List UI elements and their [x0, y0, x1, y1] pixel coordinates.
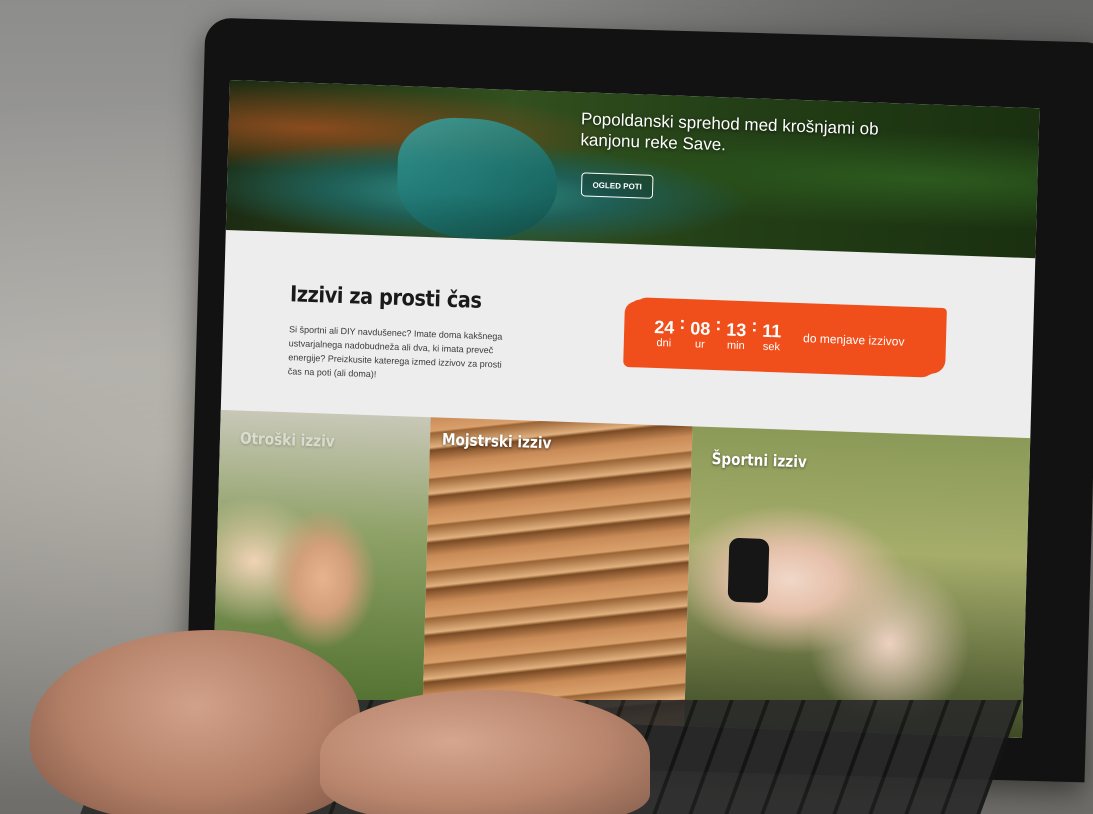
countdown-caption: do menjave izzivov	[802, 331, 905, 349]
smartwatch-image	[727, 537, 770, 604]
seconds-value: 11	[762, 320, 782, 341]
view-trail-button[interactable]: OGLED POTI	[580, 172, 654, 199]
countdown-timer: 24 dni : 08 ur : 13 min : 11 sek do menj…	[627, 299, 941, 376]
minutes-label: min	[726, 339, 745, 352]
separator: :	[751, 315, 758, 336]
card-label: Otroški izziv	[239, 428, 335, 451]
section-description: Si športni ali DIY navdušenec? Imate dom…	[287, 324, 503, 380]
card-label: Športni izziv	[711, 449, 808, 472]
hero-title: Popoldanski sprehod med krošnjami ob kan…	[580, 109, 879, 155]
section-title: Izzivi za prosti čas	[289, 282, 482, 314]
minutes-value: 13	[726, 318, 747, 340]
card-sport-challenge[interactable]: Športni izziv	[684, 426, 1031, 739]
countdown-minutes: 13 min	[726, 319, 747, 353]
countdown-days: 24 dni	[654, 316, 675, 350]
seconds-label: sek	[762, 340, 781, 353]
river-image	[395, 115, 559, 242]
days-value: 24	[654, 316, 675, 338]
card-label: Mojstrski izziv	[441, 429, 552, 453]
separator: :	[679, 312, 686, 334]
countdown-seconds: 11 sek	[762, 320, 782, 354]
card-craft-challenge[interactable]: Mojstrski izziv	[422, 417, 693, 727]
hours-label: ur	[694, 337, 705, 351]
days-label: dni	[656, 336, 672, 350]
separator: :	[715, 314, 722, 335]
hero-banner: Popoldanski sprehod med krošnjami ob kan…	[225, 80, 1040, 259]
website-screen: Popoldanski sprehod med krošnjami ob kan…	[212, 80, 1040, 739]
countdown-hours: 08 ur	[690, 318, 711, 352]
hours-value: 08	[690, 317, 711, 339]
right-hand	[320, 690, 650, 814]
